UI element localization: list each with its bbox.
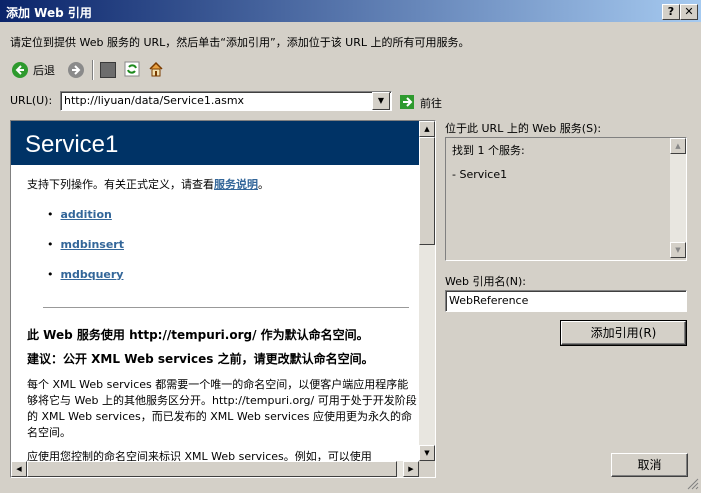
scroll-right-button[interactable]: ▶ xyxy=(403,461,419,477)
intro-text: 支持下列操作。有关正式定义，请查看 xyxy=(27,178,214,191)
back-arrow-icon xyxy=(12,62,28,78)
vertical-scrollbar[interactable]: ▲ ▼ xyxy=(419,121,435,461)
scroll-up-button[interactable]: ▲ xyxy=(419,121,435,137)
chevron-down-icon[interactable]: ▼ xyxy=(372,92,390,110)
found-text: 找到 1 个服务: xyxy=(452,144,525,157)
service-description-link[interactable]: 服务说明 xyxy=(214,178,258,191)
scroll-thumb[interactable] xyxy=(419,137,435,245)
advice-line: 建议：公开 XML Web services 之前，请更改默认命名空间。 xyxy=(27,352,374,366)
instruction-text: 请定位到提供 Web 服务的 URL，然后单击“添加引用”，添加位于该 URL … xyxy=(10,36,470,49)
stop-icon[interactable] xyxy=(100,62,116,78)
scroll-left-button[interactable]: ◀ xyxy=(11,461,27,477)
back-button[interactable]: 后退 xyxy=(12,62,55,78)
services-scrollbar[interactable]: ▲ ▼ xyxy=(670,138,686,258)
close-button[interactable]: ✕ xyxy=(680,4,698,20)
refresh-icon[interactable] xyxy=(124,61,140,80)
operation-link-addition[interactable]: addition xyxy=(60,208,111,221)
scroll-down-button[interactable]: ▼ xyxy=(419,445,435,461)
service-browser[interactable]: Service1 支持下列操作。有关正式定义，请查看服务说明。 • additi… xyxy=(10,120,436,478)
forward-button[interactable] xyxy=(68,62,84,78)
intro-paragraph: 支持下列操作。有关正式定义，请查看服务说明。 xyxy=(27,177,417,193)
reference-field[interactable]: WebReference xyxy=(445,290,687,312)
services-label: 位于此 URL 上的 Web 服务(S): xyxy=(445,122,602,135)
title-bar: 添加 Web 引用 ? ✕ xyxy=(0,0,701,22)
service-header: Service1 xyxy=(11,121,421,165)
services-scroll-down[interactable]: ▼ xyxy=(670,242,686,258)
resize-grip-icon[interactable] xyxy=(687,478,699,493)
namespace-line: 此 Web 服务使用 http://tempuri.org/ 作为默认命名空间。 xyxy=(27,328,369,342)
divider xyxy=(43,307,409,308)
url-label: URL(U): xyxy=(10,94,53,107)
forward-arrow-icon xyxy=(68,62,84,78)
horizontal-scrollbar[interactable]: ◀ ▶ xyxy=(11,461,419,477)
list-item: • mdbquery xyxy=(47,268,124,281)
operation-list: • addition • mdbinsert • mdbquery xyxy=(47,207,435,297)
operation-link-mdbquery[interactable]: mdbquery xyxy=(60,268,123,281)
services-list[interactable]: 找到 1 个服务: - Service1 ▲ ▼ xyxy=(445,137,687,261)
url-combobox[interactable]: http://liyuan/data/Service1.asmx ▼ xyxy=(60,91,392,111)
operation-link-mdbinsert[interactable]: mdbinsert xyxy=(60,238,124,251)
url-input[interactable]: http://liyuan/data/Service1.asmx xyxy=(64,94,244,107)
hscroll-thumb[interactable] xyxy=(27,461,397,477)
list-item: • mdbinsert xyxy=(47,238,124,251)
scroll-corner xyxy=(419,461,435,477)
reference-label: Web 引用名(N): xyxy=(445,275,526,288)
toolbar-separator xyxy=(92,60,94,80)
services-scroll-up[interactable]: ▲ xyxy=(670,138,686,154)
service-title: Service1 xyxy=(25,131,119,158)
namespace-paragraph: 每个 XML Web services 都需要一个唯一的命名空间，以便客户端应用… xyxy=(27,378,417,439)
go-arrow-icon xyxy=(400,95,414,109)
back-label: 后退 xyxy=(33,64,55,77)
list-item: • addition xyxy=(47,208,112,221)
help-button[interactable]: ? xyxy=(662,4,680,20)
service-item[interactable]: - Service1 xyxy=(452,168,507,181)
home-icon[interactable] xyxy=(148,61,164,80)
cancel-button[interactable]: 取消 xyxy=(611,453,688,477)
window-title: 添加 Web 引用 xyxy=(6,6,92,20)
intro-end: 。 xyxy=(258,178,269,191)
add-reference-button[interactable]: 添加引用(R) xyxy=(560,320,687,346)
go-label: 前往 xyxy=(420,97,442,110)
reference-input[interactable]: WebReference xyxy=(449,294,528,307)
